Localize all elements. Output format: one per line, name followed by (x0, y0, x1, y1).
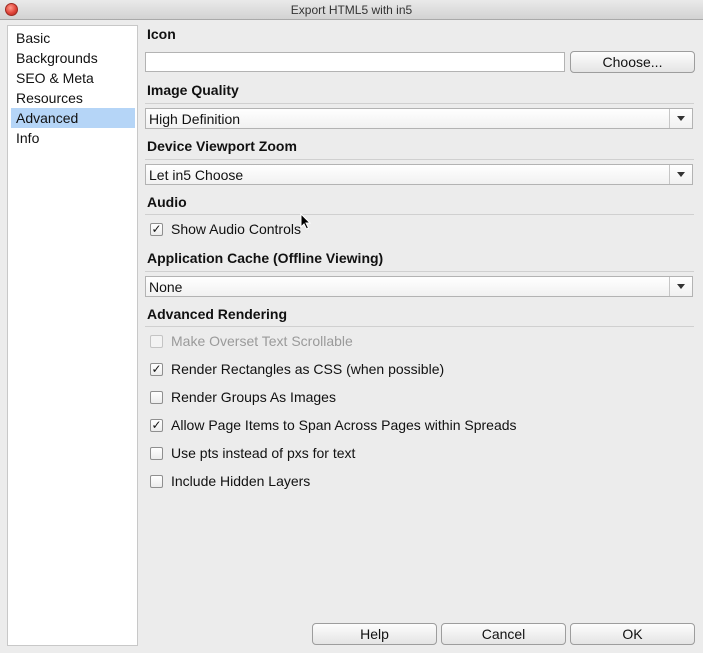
image-quality-value: High Definition (149, 111, 241, 127)
icon-path-field[interactable] (145, 52, 565, 72)
viewport-zoom-title: Device Viewport Zoom (147, 138, 297, 154)
app-cache-value: None (149, 279, 183, 295)
show-audio-controls-label: Show Audio Controls (171, 221, 301, 237)
overset-text-scrollable-label: Make Overset Text Scrollable (171, 333, 353, 349)
render-groups-images-checkbox[interactable] (150, 391, 163, 404)
category-list: Basic Backgrounds SEO & Meta Resources A… (7, 25, 138, 646)
pts-instead-of-pxs-checkbox[interactable] (150, 447, 163, 460)
divider (145, 214, 694, 215)
span-across-spreads-checkbox[interactable]: ✓ (150, 419, 163, 432)
sidebar-item-seo-meta[interactable]: SEO & Meta (11, 68, 135, 88)
image-quality-select[interactable]: High Definition (145, 108, 693, 129)
show-audio-controls-checkbox[interactable]: ✓ (150, 223, 163, 236)
chevron-down-icon (677, 172, 685, 177)
viewport-zoom-value: Let in5 Choose (149, 167, 244, 183)
sidebar-item-backgrounds[interactable]: Backgrounds (11, 48, 135, 68)
pts-instead-of-pxs-label: Use pts instead of pxs for text (171, 445, 356, 461)
divider (145, 159, 694, 160)
chevron-down-icon (677, 284, 685, 289)
app-cache-select[interactable]: None (145, 276, 693, 297)
advanced-panel: Icon Choose... Image Quality High Defini… (145, 0, 696, 653)
app-cache-title: Application Cache (Offline Viewing) (147, 250, 384, 266)
image-quality-title: Image Quality (147, 82, 239, 98)
sidebar-item-info[interactable]: Info (11, 128, 135, 148)
ok-button[interactable]: OK (570, 623, 695, 645)
divider (145, 103, 694, 104)
sidebar-item-basic[interactable]: Basic (11, 28, 135, 48)
choose-icon-button[interactable]: Choose... (570, 51, 695, 73)
include-hidden-layers-label: Include Hidden Layers (171, 473, 311, 489)
mouse-cursor-icon (300, 213, 311, 230)
audio-title: Audio (147, 194, 187, 210)
advanced-rendering-title: Advanced Rendering (147, 306, 288, 322)
include-hidden-layers-checkbox[interactable] (150, 475, 163, 488)
render-rectangles-css-label: Render Rectangles as CSS (when possible) (171, 361, 445, 377)
icon-section-title: Icon (147, 26, 176, 42)
render-groups-images-label: Render Groups As Images (171, 389, 336, 405)
sidebar-item-resources[interactable]: Resources (11, 88, 135, 108)
overset-text-scrollable-checkbox (150, 335, 163, 348)
viewport-zoom-select[interactable]: Let in5 Choose (145, 164, 693, 185)
chevron-down-icon (677, 116, 685, 121)
help-button[interactable]: Help (312, 623, 437, 645)
span-across-spreads-label: Allow Page Items to Span Across Pages wi… (171, 417, 517, 433)
sidebar-item-advanced[interactable]: Advanced (11, 108, 135, 128)
render-rectangles-css-checkbox[interactable]: ✓ (150, 363, 163, 376)
divider (145, 326, 694, 327)
divider (145, 271, 694, 272)
cancel-button[interactable]: Cancel (441, 623, 566, 645)
